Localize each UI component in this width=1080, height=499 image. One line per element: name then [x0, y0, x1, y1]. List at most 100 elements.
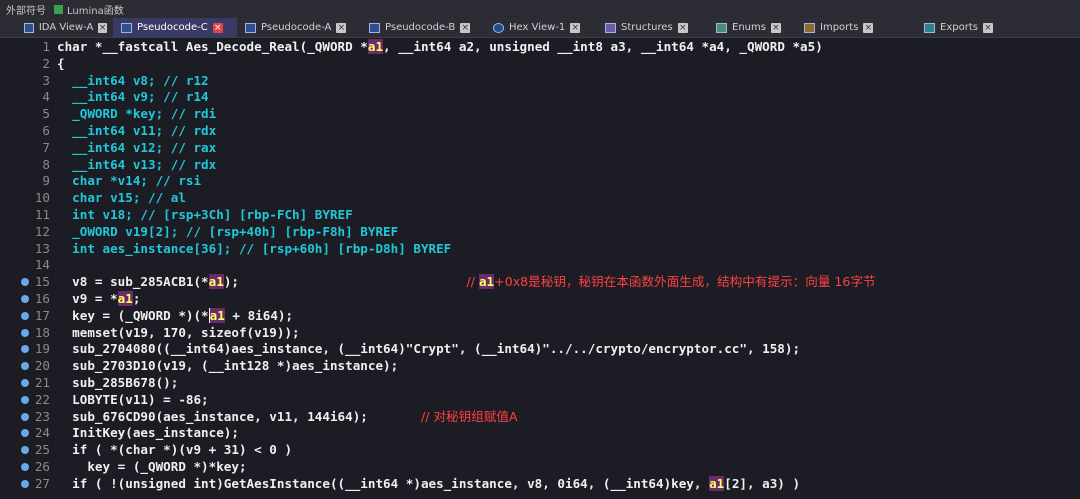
- gutter[interactable]: 3: [0, 73, 52, 90]
- gutter[interactable]: 15: [0, 274, 52, 291]
- gutter[interactable]: 14: [0, 257, 52, 274]
- code-text[interactable]: __int64 v13; // rdx: [57, 157, 216, 174]
- code-text[interactable]: sub_285B678();: [57, 375, 178, 392]
- close-icon[interactable]: ×: [770, 22, 781, 33]
- tab-imports[interactable]: Imports ×: [796, 18, 916, 37]
- gutter[interactable]: 25: [0, 442, 52, 459]
- code-line[interactable]: 20 sub_2703D10(v19, (__int128 *)aes_inst…: [0, 358, 1080, 375]
- code-text[interactable]: int aes_instance[36]; // [rsp+60h] [rbp-…: [57, 241, 451, 258]
- code-line[interactable]: 14: [0, 257, 1080, 274]
- close-icon[interactable]: ×: [863, 22, 874, 33]
- gutter[interactable]: 24: [0, 425, 52, 442]
- code-line[interactable]: 27 if ( !(unsigned int)GetAesInstance((_…: [0, 475, 1080, 493]
- gutter[interactable]: 9: [0, 173, 52, 190]
- gutter[interactable]: 11: [0, 207, 52, 224]
- code-text[interactable]: memset(v19, 170, sizeof(v19));: [57, 325, 299, 342]
- tab-exports[interactable]: Exports ×: [916, 18, 1028, 37]
- code-line[interactable]: 9 char *v14; // rsi: [0, 173, 1080, 190]
- code-text[interactable]: {: [57, 56, 65, 73]
- gutter[interactable]: 1: [0, 39, 52, 56]
- code-line[interactable]: 21 sub_285B678();: [0, 375, 1080, 392]
- code-line[interactable]: 15 v8 = sub_285ACB1(*a1); // a1+0x8是秘钥，秘…: [0, 274, 1080, 291]
- code-line[interactable]: 19 sub_2704080((__int64)aes_instance, (_…: [0, 341, 1080, 358]
- code-line[interactable]: 17 key = (_QWORD *)(*a1 + 8i64);: [0, 307, 1080, 325]
- tab-ida-view-a[interactable]: IDA View-A ×: [0, 18, 113, 37]
- code-line[interactable]: 4 __int64 v9; // r14: [0, 89, 1080, 106]
- code-line[interactable]: 8 __int64 v13; // rdx: [0, 157, 1080, 174]
- gutter[interactable]: 26: [0, 459, 52, 476]
- code-text[interactable]: char *__fastcall Aes_Decode_Real(_QWORD …: [57, 39, 823, 56]
- code-text[interactable]: InitKey(aes_instance);: [57, 425, 239, 442]
- gutter[interactable]: 13: [0, 241, 52, 258]
- gutter[interactable]: 17: [0, 308, 52, 325]
- code-text[interactable]: __int64 v12; // rax: [57, 140, 216, 157]
- code-text[interactable]: __int64 v9; // r14: [57, 89, 209, 106]
- gutter[interactable]: 10: [0, 190, 52, 207]
- code-line[interactable]: 18 memset(v19, 170, sizeof(v19));: [0, 325, 1080, 342]
- tab-structures[interactable]: Structures ×: [597, 18, 708, 37]
- gutter[interactable]: 20: [0, 358, 52, 375]
- code-line[interactable]: 12 _OWORD v19[2]; // [rsp+40h] [rbp-F8h]…: [0, 224, 1080, 241]
- code-text[interactable]: __int64 v8; // r12: [57, 73, 209, 90]
- code-line[interactable]: 10 char v15; // al: [0, 190, 1080, 207]
- gutter[interactable]: 7: [0, 140, 52, 157]
- gutter[interactable]: 8: [0, 157, 52, 174]
- gutter[interactable]: 16: [0, 291, 52, 308]
- code-line[interactable]: 7 __int64 v12; // rax: [0, 140, 1080, 157]
- code-line[interactable]: 6 __int64 v11; // rdx: [0, 123, 1080, 140]
- close-icon[interactable]: ×: [212, 22, 223, 33]
- code-text[interactable]: sub_2704080((__int64)aes_instance, (__in…: [57, 341, 800, 358]
- code-line[interactable]: 26 key = (_QWORD *)*key;: [0, 459, 1080, 476]
- gutter[interactable]: 12: [0, 224, 52, 241]
- code-line[interactable]: 13 int aes_instance[36]; // [rsp+60h] [r…: [0, 241, 1080, 258]
- code-line[interactable]: 24 InitKey(aes_instance);: [0, 425, 1080, 442]
- tab-pseudocode-c[interactable]: Pseudocode-C ×: [113, 18, 237, 37]
- code-text[interactable]: if ( *(char *)(v9 + 31) < 0 ): [57, 442, 292, 459]
- gutter[interactable]: 6: [0, 123, 52, 140]
- gutter[interactable]: 27: [0, 476, 52, 493]
- code-text[interactable]: __int64 v11; // rdx: [57, 123, 216, 140]
- gutter[interactable]: 23: [0, 409, 52, 426]
- code-text[interactable]: char *v14; // rsi: [57, 173, 201, 190]
- gutter[interactable]: 21: [0, 375, 52, 392]
- close-icon[interactable]: ×: [460, 22, 471, 33]
- code-text[interactable]: v9 = *a1;: [57, 291, 140, 308]
- gutter[interactable]: 22: [0, 392, 52, 409]
- pseudocode-editor[interactable]: 1 char *__fastcall Aes_Decode_Real(_QWORD…: [0, 38, 1080, 499]
- gutter[interactable]: 4: [0, 89, 52, 106]
- code-text[interactable]: _QWORD *key; // rdi: [57, 106, 216, 123]
- close-icon[interactable]: ×: [98, 22, 107, 33]
- code-line[interactable]: 11 int v18; // [rsp+3Ch] [rbp-FCh] BYREF: [0, 207, 1080, 224]
- code-text[interactable]: int v18; // [rsp+3Ch] [rbp-FCh] BYREF: [57, 207, 353, 224]
- code-text[interactable]: key = (_QWORD *)*key;: [57, 459, 246, 476]
- code-text[interactable]: sub_2703D10(v19, (__int128 *)aes_instanc…: [57, 358, 398, 375]
- code-line[interactable]: 23 sub_676CD90(aes_instance, v11, 144i64…: [0, 409, 1080, 426]
- close-icon[interactable]: ×: [570, 22, 581, 33]
- tab-enums[interactable]: Enums ×: [708, 18, 796, 37]
- tab-pseudocode-b[interactable]: Pseudocode-B ×: [361, 18, 485, 37]
- tab-hex-view-1[interactable]: Hex View-1 ×: [485, 18, 597, 37]
- code-line[interactable]: 16 v9 = *a1;: [0, 291, 1080, 308]
- close-icon[interactable]: ×: [677, 22, 688, 33]
- tab-pseudocode-a[interactable]: Pseudocode-A ×: [237, 18, 361, 37]
- code-text[interactable]: _OWORD v19[2]; // [rsp+40h] [rbp-F8h] BY…: [57, 224, 398, 241]
- external-symbols-label[interactable]: 外部符号: [6, 2, 46, 17]
- code-line[interactable]: 2{: [0, 56, 1080, 73]
- gutter[interactable]: 19: [0, 341, 52, 358]
- gutter[interactable]: 5: [0, 106, 52, 123]
- code-line[interactable]: 25 if ( *(char *)(v9 + 31) < 0 ): [0, 442, 1080, 459]
- code-text[interactable]: v8 = sub_285ACB1(*a1); // a1+0x8是秘钥，秘钥在本…: [57, 274, 876, 291]
- gutter[interactable]: 2: [0, 56, 52, 73]
- gutter[interactable]: 18: [0, 325, 52, 342]
- code-line[interactable]: 3 __int64 v8; // r12: [0, 73, 1080, 90]
- close-icon[interactable]: ×: [982, 22, 993, 33]
- code-text[interactable]: if ( !(unsigned int)GetAesInstance((__in…: [57, 475, 800, 493]
- code-text[interactable]: LOBYTE(v11) = -86;: [57, 392, 209, 409]
- code-line[interactable]: 22 LOBYTE(v11) = -86;: [0, 392, 1080, 409]
- code-line[interactable]: 1 char *__fastcall Aes_Decode_Real(_QWORD…: [0, 39, 1080, 56]
- code-text[interactable]: char v15; // al: [57, 190, 186, 207]
- close-icon[interactable]: ×: [336, 22, 347, 33]
- code-text[interactable]: sub_676CD90(aes_instance, v11, 144i64); …: [57, 409, 517, 426]
- code-line[interactable]: 5 _QWORD *key; // rdi: [0, 106, 1080, 123]
- code-text[interactable]: key = (_QWORD *)(*a1 + 8i64);: [57, 307, 293, 325]
